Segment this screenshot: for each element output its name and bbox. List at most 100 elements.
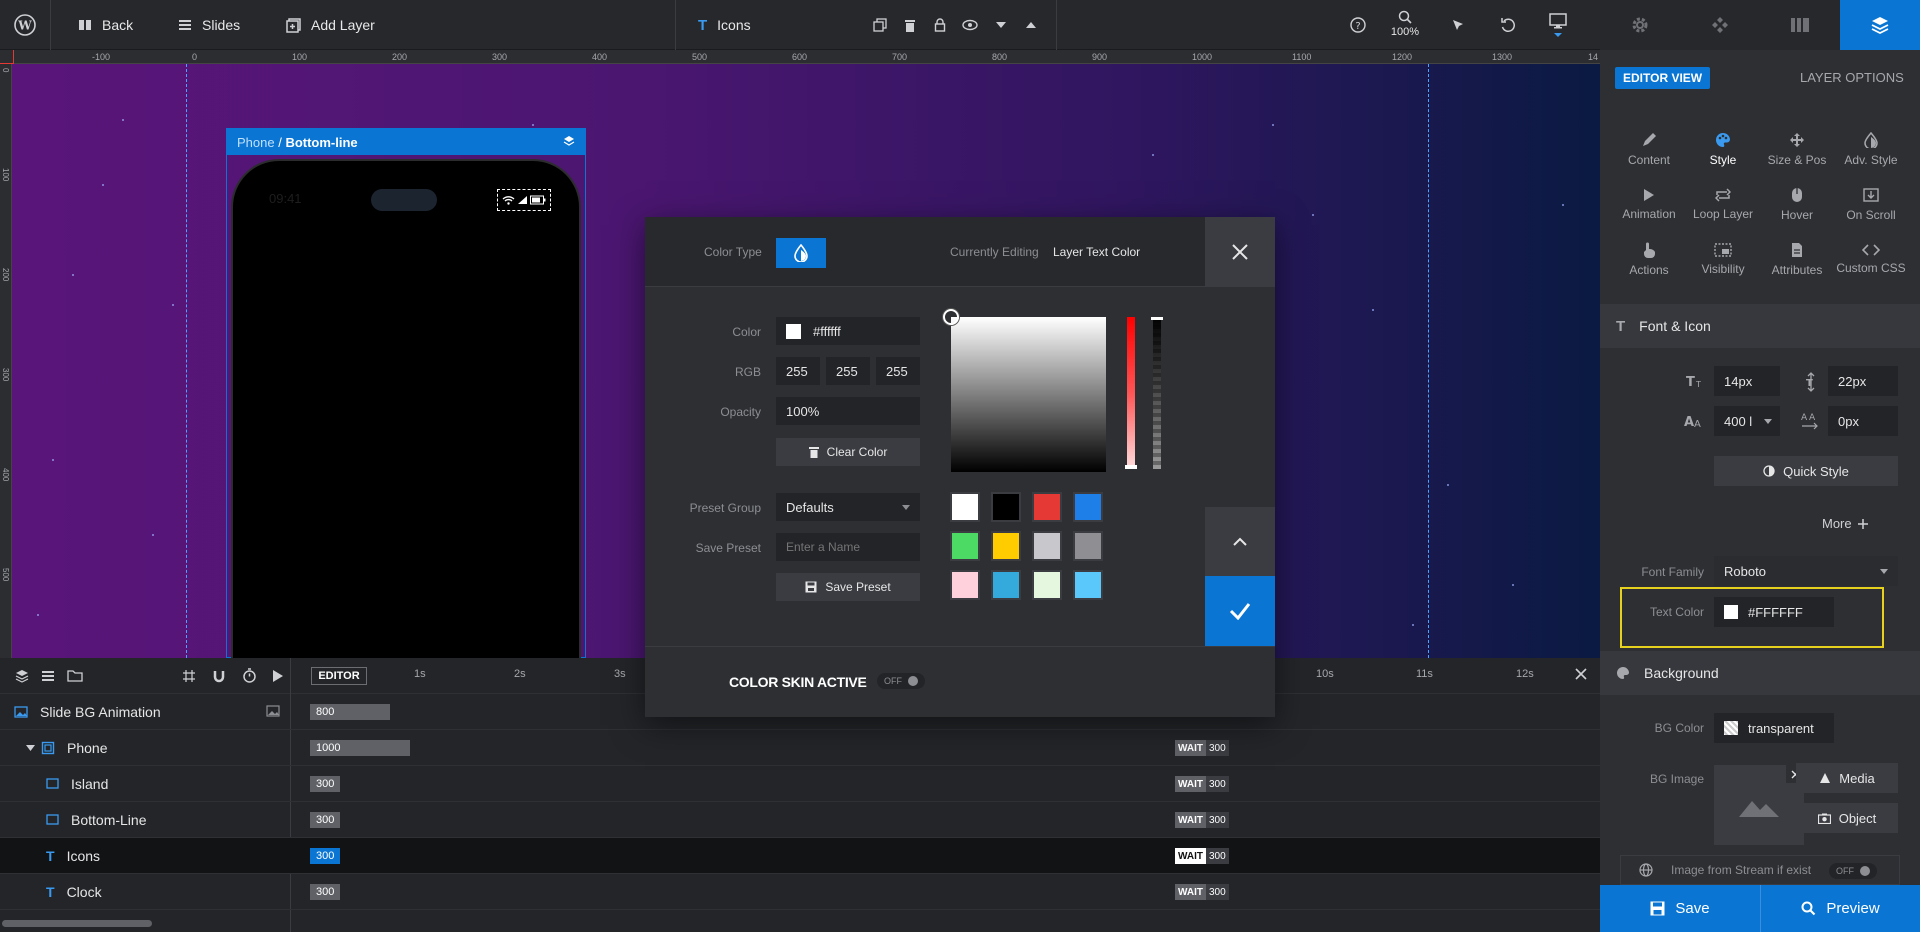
horizontal-scrollbar[interactable] <box>2 920 152 927</box>
cursor-icon[interactable] <box>1433 0 1483 50</box>
wordpress-logo-icon[interactable]: W <box>0 0 50 50</box>
option-animation[interactable]: Animation <box>1612 177 1686 232</box>
option-loop-layer[interactable]: Loop Layer <box>1686 177 1760 232</box>
timeline-bar[interactable]: 300 <box>310 848 340 864</box>
magnet-icon[interactable] <box>212 669 226 683</box>
option-on-scroll[interactable]: On Scroll <box>1834 177 1908 232</box>
timeline-row-selected[interactable]: T Icons 300 WAIT 300 <box>0 838 1600 874</box>
saturation-value-picker[interactable] <box>943 309 1106 472</box>
tab-settings[interactable] <box>1600 0 1680 50</box>
background-section-header[interactable]: Background <box>1600 651 1920 695</box>
text-color-picker[interactable]: #FFFFFF <box>1714 597 1834 627</box>
editor-mode-badge[interactable]: EDITOR <box>311 667 367 685</box>
timeline-row[interactable]: Island 300 WAIT 300 <box>0 766 1600 802</box>
status-icons[interactable] <box>497 189 551 211</box>
quick-style-button[interactable]: Quick Style <box>1714 456 1898 486</box>
timeline-bar[interactable]: 300 <box>310 776 340 792</box>
list-view-icon[interactable] <box>41 669 55 683</box>
hue-slider[interactable] <box>1125 317 1137 469</box>
phone-clock[interactable]: 09:41 <box>269 191 302 206</box>
object-button[interactable]: Object <box>1796 803 1898 833</box>
option-content[interactable]: Content <box>1612 122 1686 177</box>
font-family-select[interactable]: Roboto <box>1714 556 1898 586</box>
add-layer-button[interactable]: Add Layer <box>286 0 375 50</box>
preset-swatch-green[interactable] <box>950 531 980 561</box>
dynamic-island[interactable] <box>371 189 437 211</box>
opacity-input[interactable]: 100% <box>776 397 920 425</box>
preset-swatch-light-gray[interactable] <box>1032 531 1062 561</box>
preset-swatch-sky[interactable] <box>991 570 1021 600</box>
tab-navigation[interactable] <box>1680 0 1760 50</box>
folder-icon[interactable] <box>67 669 83 682</box>
blue-input[interactable]: 255 <box>876 357 920 385</box>
wait-marker[interactable]: WAIT 300 <box>1175 884 1229 900</box>
preview-button[interactable]: Preview <box>1761 885 1920 932</box>
bg-image-placeholder[interactable] <box>1714 765 1804 845</box>
preset-swatch-light-blue[interactable] <box>1073 570 1103 600</box>
timeline-row[interactable]: Bottom-Line 300 WAIT 300 <box>0 802 1600 838</box>
font-icon-section-header[interactable]: T Font & Icon <box>1600 304 1920 348</box>
green-input[interactable]: 255 <box>826 357 870 385</box>
picker-handle[interactable] <box>943 309 959 325</box>
close-dialog-button[interactable] <box>1205 217 1275 287</box>
apply-color-button[interactable] <box>1205 576 1275 646</box>
preset-name-input[interactable] <box>776 533 920 561</box>
editor-view-badge[interactable]: EDITOR VIEW <box>1615 67 1711 89</box>
option-size-pos[interactable]: Size & Pos <box>1760 122 1834 177</box>
breadcrumb[interactable]: Phone / Bottom-line <box>227 129 585 155</box>
phone-body[interactable]: 09:41 <box>231 159 581 658</box>
save-button[interactable]: Save <box>1600 885 1760 932</box>
font-weight-select[interactable]: 400 l <box>1714 406 1780 436</box>
phone-layer-frame[interactable]: Phone / Bottom-line 09:41 <box>226 128 586 658</box>
color-type-solid-button[interactable] <box>776 238 826 268</box>
more-options-toggle[interactable]: More <box>1822 516 1868 531</box>
grid-snap-icon[interactable] <box>182 669 196 683</box>
option-visibility[interactable]: Visibility <box>1686 232 1760 287</box>
preset-swatch-blue[interactable] <box>1073 492 1103 522</box>
timeline-bar[interactable]: 300 <box>310 812 340 828</box>
preset-swatch-gray[interactable] <box>1073 531 1103 561</box>
option-adv-style[interactable]: Adv. Style <box>1834 122 1908 177</box>
preset-swatch-mint[interactable] <box>1032 570 1062 600</box>
back-button[interactable]: Back <box>78 0 133 50</box>
timeline-bar[interactable]: 1000 <box>310 740 410 756</box>
help-icon[interactable]: ? <box>1333 0 1383 50</box>
option-style[interactable]: Style <box>1686 122 1760 177</box>
timeline-bar[interactable]: 300 <box>310 884 340 900</box>
preset-swatch-red[interactable] <box>1032 492 1062 522</box>
preset-swatch-yellow[interactable] <box>991 531 1021 561</box>
layer-options-title[interactable]: LAYER OPTIONS <box>1800 70 1904 85</box>
hex-color-input[interactable]: #ffffff <box>776 317 920 345</box>
tab-layers[interactable] <box>1840 0 1920 50</box>
preset-group-select[interactable]: Defaults <box>776 493 920 521</box>
slides-button[interactable]: Slides <box>178 0 240 50</box>
preset-swatch-white[interactable] <box>950 492 980 522</box>
save-preset-button[interactable]: Save Preset <box>776 573 920 601</box>
bg-color-picker[interactable]: transparent <box>1714 713 1834 743</box>
option-custom-css[interactable]: Custom CSS <box>1834 232 1908 287</box>
clear-color-button[interactable]: Clear Color <box>776 438 920 466</box>
zoom-control[interactable]: 100% <box>1385 10 1425 38</box>
layers-stack-icon[interactable] <box>563 135 575 147</box>
red-input[interactable]: 255 <box>776 357 820 385</box>
option-actions[interactable]: Actions <box>1612 232 1686 287</box>
timeline-bar[interactable]: 800 <box>310 704 390 720</box>
stream-toggle[interactable]: OFF <box>1829 862 1877 879</box>
slide-bg-image-icon[interactable] <box>266 705 280 717</box>
media-button[interactable]: Media <box>1796 763 1898 793</box>
tab-library[interactable] <box>1760 0 1840 50</box>
wait-marker[interactable]: WAIT 300 <box>1175 740 1229 756</box>
move-up-icon[interactable] <box>1006 0 1056 50</box>
timeline-row[interactable]: T Clock 300 WAIT 300 <box>0 874 1600 910</box>
line-height-input[interactable]: 22px <box>1828 366 1898 396</box>
timer-icon[interactable] <box>242 668 257 683</box>
preset-swatch-black[interactable] <box>991 492 1021 522</box>
font-size-input[interactable]: 14px <box>1714 366 1780 396</box>
wait-marker[interactable]: WAIT 300 <box>1175 848 1229 864</box>
option-hover[interactable]: Hover <box>1760 177 1834 232</box>
desktop-view-icon[interactable] <box>1533 0 1583 50</box>
preset-swatch-pink[interactable] <box>950 570 980 600</box>
collapse-arrow-icon[interactable] <box>26 744 35 751</box>
letter-spacing-input[interactable]: 0px <box>1828 406 1898 436</box>
hue-handle[interactable] <box>1125 465 1137 469</box>
